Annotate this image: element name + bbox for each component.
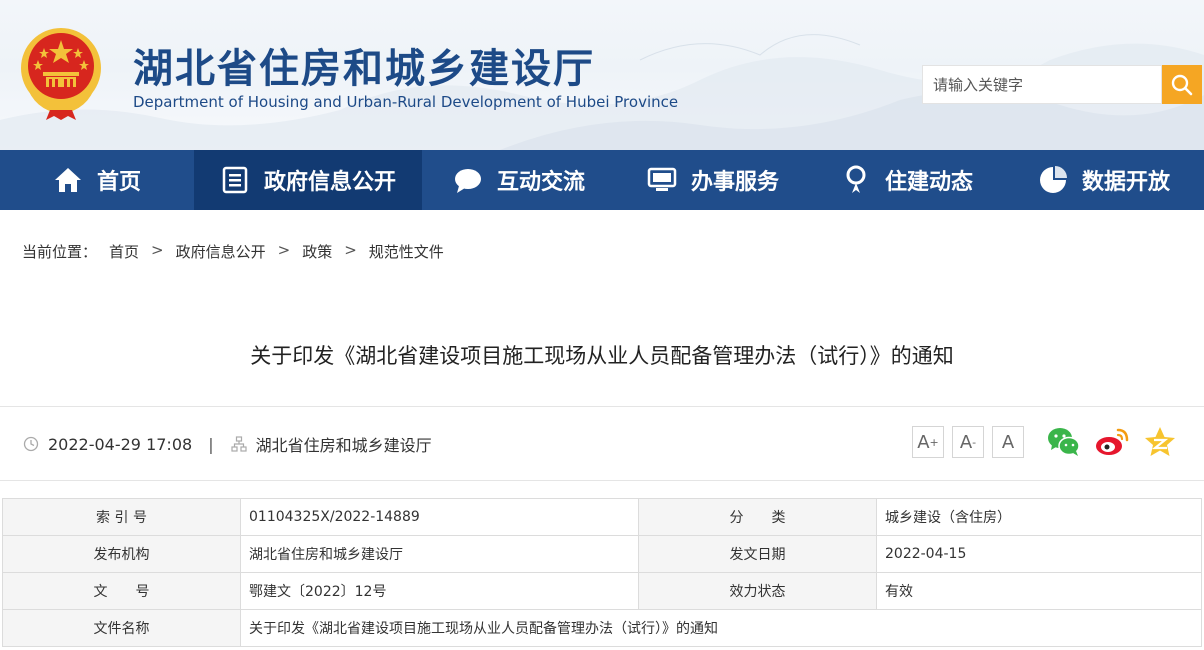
info-label: 文 号 (2, 572, 241, 610)
table-row: 文 号 鄂建文〔2022〕12号 效力状态 有效 (2, 572, 1202, 610)
search-icon (1171, 74, 1193, 95)
pie-chart-icon (1038, 165, 1068, 195)
font-decrease-sup: - (972, 435, 977, 449)
nav-label: 互动交流 (496, 170, 585, 195)
weibo-icon[interactable] (1094, 424, 1130, 460)
font-increase-label: A (917, 431, 930, 453)
nav-label: 首页 (96, 170, 141, 195)
info-value: 城乡建设（含住房） (876, 498, 1202, 536)
national-emblem-icon (21, 28, 101, 120)
breadcrumb-prefix: 当前位置： (22, 243, 98, 261)
breadcrumb-separator: > (151, 241, 164, 259)
article-title: 关于印发《湖北省建设项目施工现场从业人员配备管理办法（试行）》的通知 (250, 344, 954, 368)
info-label: 文件名称 (2, 609, 241, 647)
home-icon (53, 165, 83, 195)
site-header: 湖北省住房和城乡建设厅 Department of Housing and Ur… (0, 0, 1204, 150)
divider (0, 480, 1204, 481)
table-row: 文件名称 关于印发《湖北省建设项目施工现场从业人员配备管理办法（试行）》的通知 (2, 609, 1202, 647)
breadcrumb-separator: > (277, 241, 291, 259)
nav-label: 政府信息公开 (263, 170, 396, 195)
info-value: 01104325X/2022-14889 (240, 498, 639, 536)
info-value: 关于印发《湖北省建设项目施工现场从业人员配备管理办法（试行）》的通知 (240, 609, 1202, 647)
font-decrease-label: A (959, 431, 973, 453)
clock-icon (22, 435, 40, 453)
qzone-icon[interactable] (1142, 424, 1178, 460)
nav-item-home[interactable]: 首页 (0, 150, 194, 210)
monitor-icon (647, 165, 677, 195)
publish-datetime: 2022-04-29 17:08 (48, 434, 193, 454)
article-source: 湖北省住房和城乡建设厅 (255, 436, 432, 455)
info-label: 索 引 号 (2, 498, 241, 536)
document-info-table: 索 引 号 01104325X/2022-14889 分 类 城乡建设（含住房）… (2, 498, 1202, 647)
main-nav: 首页 政府信息公开 互动交流 办事服务 住建动态 数据开放 (0, 150, 1204, 210)
divider (0, 406, 1204, 407)
location-pin-icon (841, 165, 871, 195)
nav-label: 办事服务 (690, 170, 779, 195)
breadcrumb-normative-docs[interactable]: 规范性文件 (369, 241, 444, 262)
article-meta: 2022-04-29 17:08 | 湖北省住房和城乡建设厅 (22, 432, 432, 456)
breadcrumb-separator: > (344, 241, 357, 259)
breadcrumb-home[interactable]: 首页 (109, 241, 139, 262)
nav-label: 住建动态 (884, 170, 973, 195)
font-decrease-button[interactable]: A- (952, 426, 984, 458)
meta-separator: | (208, 434, 214, 454)
search-button[interactable] (1162, 65, 1202, 104)
table-row: 发布机构 湖北省住房和城乡建设厅 发文日期 2022-04-15 (2, 535, 1202, 573)
breadcrumb-policy[interactable]: 政策 (302, 241, 332, 262)
breadcrumb: 当前位置： 首页 > 政府信息公开 > 政策 > 规范性文件 (22, 241, 444, 262)
info-label: 效力状态 (638, 572, 877, 610)
document-list-icon (220, 165, 250, 195)
nav-label: 数据开放 (1081, 170, 1170, 195)
chat-bubble-icon (453, 165, 483, 195)
info-label: 分 类 (638, 498, 877, 536)
nav-item-news[interactable]: 住建动态 (810, 150, 1004, 210)
info-label: 发文日期 (638, 535, 877, 573)
font-increase-sup: + (929, 435, 939, 449)
nav-item-open-data[interactable]: 数据开放 (1004, 150, 1204, 210)
wechat-icon[interactable] (1046, 424, 1082, 460)
search-input[interactable] (922, 65, 1162, 104)
site-title: 湖北省住房和城乡建设厅 (133, 46, 595, 92)
info-label: 发布机构 (2, 535, 241, 573)
nav-item-gov-info[interactable]: 政府信息公开 (194, 150, 422, 210)
font-reset-button[interactable]: A (992, 426, 1024, 458)
info-value: 鄂建文〔2022〕12号 (240, 572, 639, 610)
font-increase-button[interactable]: A + (912, 426, 944, 458)
table-row: 索 引 号 01104325X/2022-14889 分 类 城乡建设（含住房） (2, 498, 1202, 536)
nav-item-services[interactable]: 办事服务 (616, 150, 810, 210)
organization-icon (230, 435, 248, 453)
nav-item-interaction[interactable]: 互动交流 (422, 150, 616, 210)
info-value: 2022-04-15 (876, 535, 1202, 573)
info-value: 有效 (876, 572, 1202, 610)
info-value: 湖北省住房和城乡建设厅 (240, 535, 639, 573)
breadcrumb-gov-info[interactable]: 政府信息公开 (176, 241, 266, 262)
font-reset-label: A (1001, 431, 1015, 453)
site-subtitle: Department of Housing and Urban-Rural De… (133, 93, 679, 111)
